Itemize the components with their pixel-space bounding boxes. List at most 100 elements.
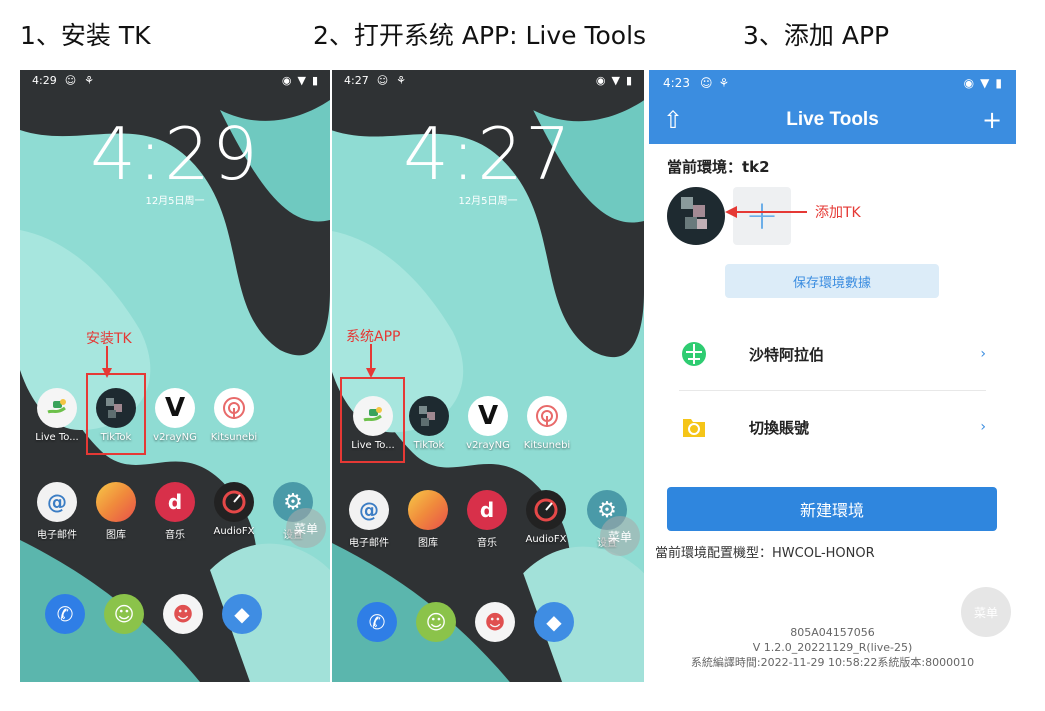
app-label: 音乐 [477, 538, 497, 549]
browser-icon: ◆ [222, 594, 262, 634]
dock-phone[interactable]: ✆ [36, 594, 94, 634]
app-title: Live Tools [786, 109, 879, 130]
audiofx-icon [214, 482, 254, 522]
browser-icon: ◆ [534, 602, 574, 642]
folder-icon [679, 412, 709, 442]
app-kitsunebi[interactable]: Kitsunebi [205, 388, 263, 443]
app-gallery[interactable]: 图库 [399, 490, 457, 549]
app-music[interactable]: d 音乐 [146, 482, 204, 541]
app-email[interactable]: @ 电子邮件 [28, 482, 86, 541]
wifi-icon: ▼ [611, 73, 620, 87]
kitsunebi-icon [527, 396, 567, 436]
battery-icon: ▮ [625, 73, 632, 87]
annotation-arrow [725, 206, 807, 218]
contacts-icon: ☻ [163, 594, 203, 634]
status-time: 4:27 [344, 73, 369, 87]
upload-icon[interactable]: ⇧ [649, 106, 697, 134]
phone-icon: ✆ [45, 594, 85, 634]
save-env-data-button[interactable]: 保存環境數據 [725, 264, 939, 298]
app-label: v2rayNG [466, 440, 510, 451]
lock-clock: 4:27 [403, 112, 573, 196]
dock-contacts[interactable]: ☻ [466, 602, 524, 642]
wifi-icon: ▼ [980, 76, 990, 90]
vibrate-icon: ◉ [281, 73, 292, 87]
dock-browser[interactable]: ◆ [213, 594, 271, 634]
app-label: AudioFX [213, 526, 255, 537]
list-item-region[interactable]: 沙特阿拉伯 › [679, 324, 986, 384]
app-gallery[interactable]: 图库 [87, 482, 145, 541]
floating-menu-button[interactable]: 菜单 [286, 508, 326, 548]
usb-icon: ⚘ [84, 73, 95, 87]
chevron-right-icon: › [980, 419, 986, 435]
app-v2rayng[interactable]: V v2rayNG [146, 388, 204, 443]
messages-icon: ☺ [104, 594, 144, 634]
music-icon: d [155, 482, 195, 522]
app-audiofx[interactable]: AudioFX [517, 490, 575, 545]
app-live-tools[interactable]: Live To... [28, 388, 86, 443]
app-bar: ⇧ Live Tools + [649, 96, 1016, 144]
status-bar: 4:29 ☺ ⚘ ◉ ▼ ▮ [20, 70, 330, 90]
list-item-switch-account[interactable]: 切換賬號 › [679, 397, 986, 457]
current-env-label: 當前環境：tk2 [667, 158, 770, 176]
dock-messages[interactable]: ☺ [407, 602, 465, 642]
phone-screen-2: 4:27 ☺ ⚘ ◉ ▼ ▮ 4:27 12月5日周一 系统APP Live To...… [332, 70, 644, 682]
lock-date: 12月5日周一 [145, 196, 205, 207]
app-label: 音乐 [165, 530, 185, 541]
email-icon: @ [37, 482, 77, 522]
app-tiktok[interactable]: TikTok [400, 396, 458, 451]
dock-messages[interactable]: ☺ [95, 594, 153, 634]
lock-clock: 4:29 [90, 112, 260, 196]
notification-icon: ☺ [376, 73, 389, 87]
kitsunebi-icon [214, 388, 254, 428]
gallery-icon [96, 482, 136, 522]
tiktok-app-avatar[interactable] [667, 187, 725, 245]
notification-icon: ☺ [64, 73, 77, 87]
floating-menu-button[interactable]: 菜单 [600, 516, 640, 556]
app-label: Live To... [35, 432, 79, 443]
chevron-right-icon: › [980, 346, 986, 362]
app-label: 图库 [418, 538, 438, 549]
annotation-label: 安装TK [86, 331, 132, 347]
app-kitsunebi[interactable]: Kitsunebi [518, 396, 576, 451]
vibrate-icon: ◉ [963, 76, 975, 90]
app-label: Kitsunebi [523, 440, 571, 451]
notification-icon: ☺ [699, 76, 713, 90]
app-label: 电子邮件 [349, 538, 389, 549]
dock-browser[interactable]: ◆ [525, 602, 583, 642]
highlight-box [86, 373, 146, 455]
phone-screen-1: 4:29 ☺ ⚘ ◉ ▼ ▮ 4:29 12月5日周一 安装TK Live To... … [20, 70, 330, 682]
floating-menu-button[interactable]: 菜单 [961, 587, 1011, 637]
dock-phone[interactable]: ✆ [348, 602, 406, 642]
highlight-box [340, 377, 405, 463]
v2ray-icon: V [468, 396, 508, 436]
app-email[interactable]: @ 电子邮件 [340, 490, 398, 549]
wifi-icon: ▼ [297, 73, 306, 87]
contacts-icon: ☻ [475, 602, 515, 642]
tiktok-icon [409, 396, 449, 436]
battery-icon: ▮ [995, 76, 1002, 90]
device-id: 805A04157056 [790, 626, 875, 639]
app-label: v2rayNG [153, 432, 197, 443]
messages-icon: ☺ [416, 602, 456, 642]
app-audiofx[interactable]: AudioFX [205, 482, 263, 537]
new-environment-button[interactable]: 新建環境 [667, 487, 997, 531]
music-icon: d [467, 490, 507, 530]
app-label: TikTok [413, 440, 445, 451]
add-icon[interactable]: + [968, 106, 1016, 134]
dock-contacts[interactable]: ☻ [154, 594, 212, 634]
app-music[interactable]: d 音乐 [458, 490, 516, 549]
app-label: Kitsunebi [210, 432, 258, 443]
divider [679, 390, 986, 391]
usb-icon: ⚘ [718, 76, 730, 90]
step-2-title: 2、打开系统 APP: Live Tools [313, 21, 647, 50]
app-label: 电子邮件 [37, 530, 77, 541]
list-item-label: 切換賬號 [749, 418, 810, 437]
device-model-text: 當前環境配置機型：HWCOL-HONOR [655, 546, 875, 561]
app-v2rayng[interactable]: V v2rayNG [459, 396, 517, 451]
step-3-title: 3、添加 APP [743, 21, 890, 50]
vibrate-icon: ◉ [595, 73, 606, 87]
gallery-icon [408, 490, 448, 530]
lock-date: 12月5日周一 [458, 196, 518, 207]
status-time: 4:23 [663, 76, 690, 90]
battery-icon: ▮ [311, 73, 318, 87]
